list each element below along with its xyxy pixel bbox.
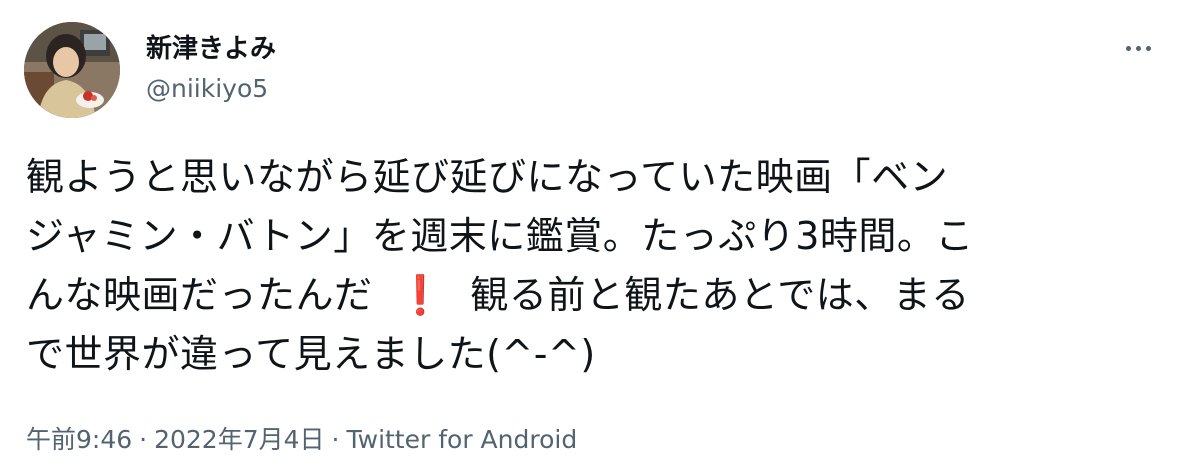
- tweet-card: 新津きよみ @niikiyo5 観ようと思いながら延び延びになっていた映画「ベン…: [0, 0, 1180, 472]
- more-options-button[interactable]: [1116, 34, 1160, 62]
- exclamation-emoji-icon: ❗: [396, 273, 445, 317]
- author-display-name[interactable]: 新津きよみ: [146, 28, 276, 65]
- more-horizontal-icon-dot: [1145, 45, 1151, 51]
- more-horizontal-icon-dot: [1135, 45, 1141, 51]
- meta-separator: ·: [331, 425, 340, 454]
- tweet-metadata: 午前9:46 · 2022年7月4日 · Twitter for Android: [26, 420, 577, 456]
- tweet-time[interactable]: 午前9:46 · 2022年7月4日: [26, 425, 325, 454]
- tweet-text-segment: 観る前と観たあとでは、まる: [470, 273, 970, 317]
- tweet-text-line: んな映画だったんだ ❗ 観る前と観たあとでは、まる: [26, 266, 1136, 325]
- author-avatar[interactable]: [24, 22, 120, 118]
- tweet-text-line: ジャミン・バトン」を週末に鑑賞。たっぷり3時間。こ: [26, 214, 974, 258]
- tweet-date: 2022年7月4日: [154, 425, 325, 454]
- meta-separator: ·: [139, 425, 148, 454]
- tweet-source-link[interactable]: Twitter for Android: [346, 425, 577, 454]
- profile-photo-icon: [24, 22, 120, 118]
- author-handle[interactable]: @niikiyo5: [146, 74, 268, 103]
- tweet-time-of-day: 午前9:46: [26, 425, 133, 454]
- tweet-text: 観ようと思いながら延び延びになっていた映画「ベン ジャミン・バトン」を週末に鑑賞…: [26, 148, 1136, 384]
- tweet-text-segment: んな映画だったんだ: [26, 273, 373, 317]
- more-horizontal-icon: [1125, 45, 1131, 51]
- tweet-text-line: 観ようと思いながら延び延びになっていた映画「ベン: [26, 155, 949, 199]
- tweet-text-line: で世界が違って見えました(^-^): [26, 332, 596, 376]
